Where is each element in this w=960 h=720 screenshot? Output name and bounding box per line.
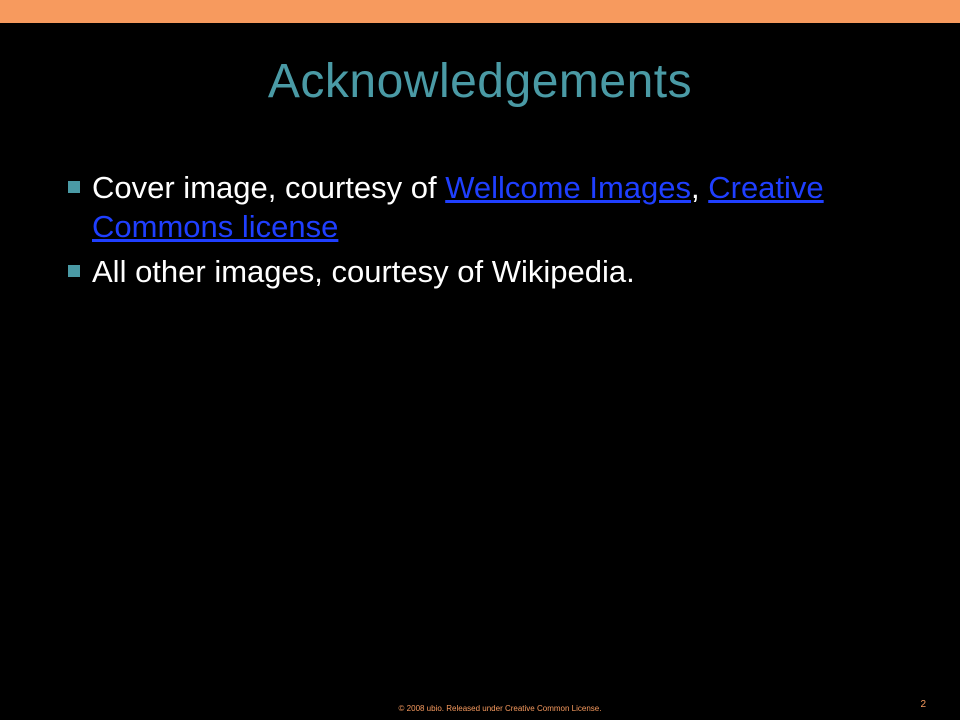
slide-title: Acknowledgements: [267, 55, 693, 108]
wellcome-images-link[interactable]: Wellcome Images: [445, 170, 691, 205]
footer-copyright: © 2008 ubio. Released under Creative Com…: [398, 704, 602, 713]
bullet-item-other-images: All other images, courtesy of Wikipedia.: [68, 252, 888, 291]
bullet-text: All other images, courtesy of Wikipedia.: [92, 254, 635, 289]
page-number: 2: [920, 699, 926, 710]
square-bullet-icon: [68, 181, 80, 193]
bullet-text: Cover image, courtesy of: [92, 170, 446, 205]
top-accent-bar: [0, 0, 960, 23]
square-bullet-icon: [68, 265, 80, 277]
bullet-item-cover-image: Cover image, courtesy of Wellcome Images…: [68, 168, 888, 246]
bullet-list: Cover image, courtesy of Wellcome Images…: [68, 168, 888, 297]
bullet-text-separator: ,: [691, 170, 709, 205]
slide: Acknowledgements Cover image, courtesy o…: [0, 0, 960, 720]
